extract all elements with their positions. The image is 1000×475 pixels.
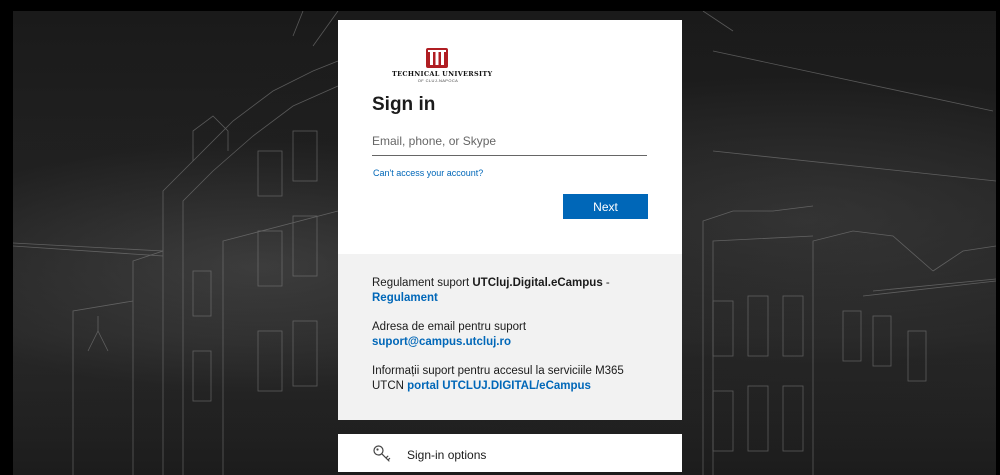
sign-in-card: TECHNICAL UNIVERSITY OF CLUJ-NAPOCA Sign… (338, 20, 682, 420)
support-regulation-text: Regulament suport UTCluj.Digital.eCampus… (372, 276, 657, 306)
regulation-prefix: Regulament suport (372, 277, 473, 289)
m365-support-text: Informații suport pentru accesul la serv… (372, 364, 657, 394)
page-title: Sign in (372, 94, 436, 115)
support-info-panel: Regulament suport UTCluj.Digital.eCampus… (338, 254, 682, 420)
sign-in-options-label: Sign-in options (407, 448, 487, 462)
cant-access-account-link[interactable]: Can't access your account? (373, 168, 483, 178)
university-crest-icon (426, 48, 448, 68)
logo-name: TECHNICAL UNIVERSITY (392, 70, 493, 78)
login-page: TECHNICAL UNIVERSITY OF CLUJ-NAPOCA Sign… (0, 0, 1000, 475)
logo-subtitle: OF CLUJ-NAPOCA (417, 78, 459, 83)
support-email-link[interactable]: suport@campus.utcluj.ro (372, 336, 511, 348)
regulation-separator: - (602, 277, 610, 289)
sign-in-options-button[interactable]: Sign-in options (338, 434, 682, 472)
support-email-text: Adresa de email pentru suport suport@camp… (372, 320, 657, 350)
regulation-bold-text: UTCluj.Digital.eCampus (472, 277, 603, 289)
email-field[interactable] (372, 129, 647, 156)
university-logo: TECHNICAL UNIVERSITY OF CLUJ-NAPOCA (392, 48, 493, 86)
next-button[interactable]: Next (563, 194, 648, 219)
support-email-label: Adresa de email pentru suport (372, 321, 527, 333)
frame-edge-left (0, 0, 13, 475)
frame-edge-right (996, 0, 1000, 475)
regulation-link[interactable]: Regulament (372, 292, 438, 304)
sign-in-panel: TECHNICAL UNIVERSITY OF CLUJ-NAPOCA Sign… (338, 20, 682, 254)
frame-edge-top (0, 0, 1000, 11)
key-icon (373, 445, 391, 462)
m365-portal-link[interactable]: portal UTCLUJ.DIGITAL/eCampus (407, 380, 591, 392)
